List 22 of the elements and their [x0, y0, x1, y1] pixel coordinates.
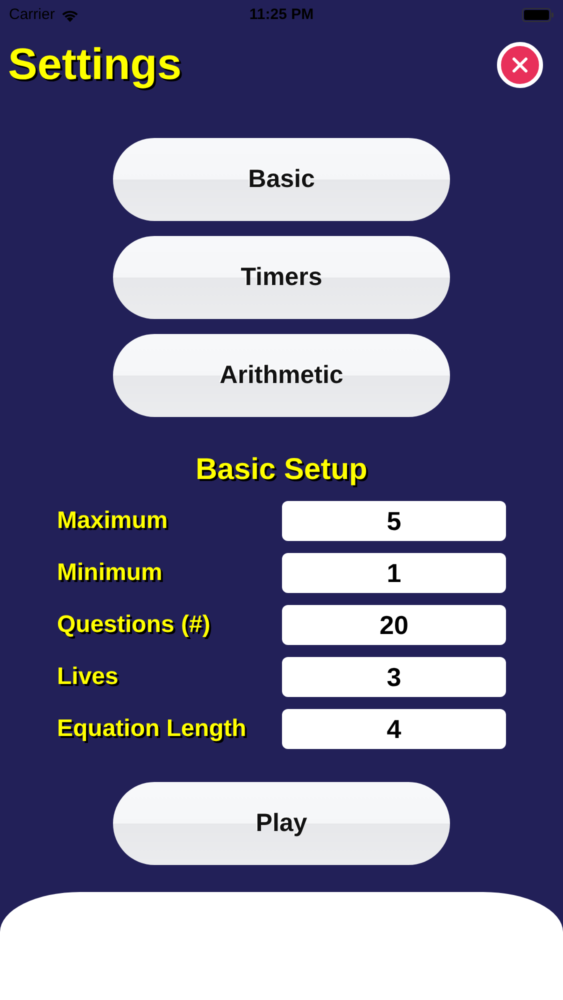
- page-title: Settings: [8, 43, 182, 87]
- carrier-label: Carrier: [9, 4, 55, 25]
- number-field[interactable]: 4: [282, 709, 506, 749]
- status-time: 11:25 PM: [249, 4, 314, 25]
- setting-label: Equation Length: [57, 714, 246, 744]
- play-button[interactable]: Play: [113, 782, 450, 865]
- category-button[interactable]: Basic: [113, 138, 450, 221]
- setting-label: Minimum: [57, 558, 162, 588]
- battery-icon: [522, 8, 554, 22]
- section-title: Basic Setup: [194, 455, 368, 485]
- number-field[interactable]: 5: [282, 501, 506, 541]
- setting-label: Lives: [57, 662, 118, 692]
- setting-label: Maximum: [57, 506, 168, 536]
- number-field[interactable]: 1: [282, 553, 506, 593]
- number-field[interactable]: 20: [282, 605, 506, 645]
- wifi-icon: [60, 8, 79, 22]
- setting-label: Questions (#): [57, 610, 210, 640]
- category-button[interactable]: Arithmetic: [113, 334, 450, 417]
- close-button[interactable]: [497, 42, 543, 88]
- close-icon: [512, 57, 528, 73]
- number-field[interactable]: 3: [282, 657, 506, 697]
- category-button[interactable]: Timers: [113, 236, 450, 319]
